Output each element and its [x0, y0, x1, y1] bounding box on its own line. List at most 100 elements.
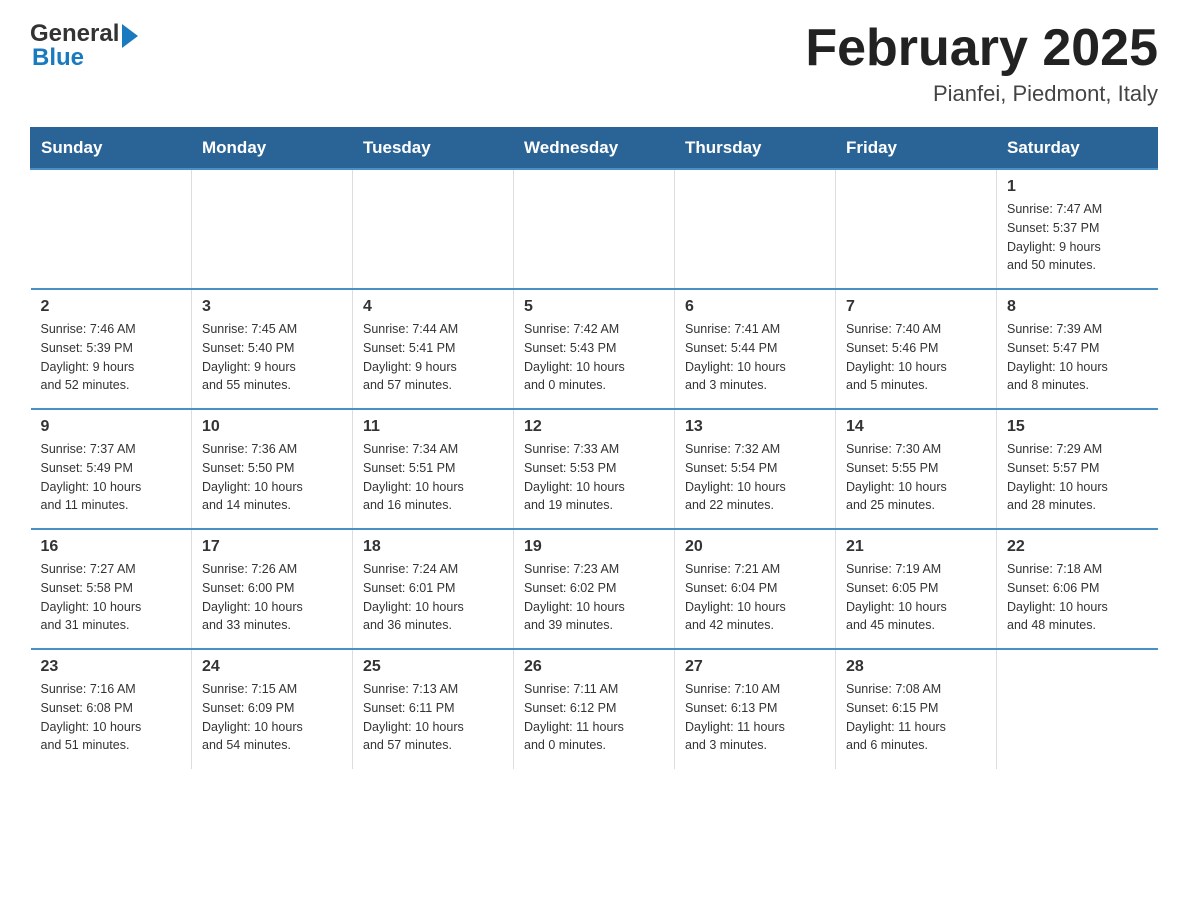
day-info: Sunrise: 7:44 AM Sunset: 5:41 PM Dayligh… — [363, 320, 503, 395]
calendar-cell: 7 Sunrise: 7:40 AM Sunset: 5:46 PM Daylig… — [836, 289, 997, 409]
calendar-cell: 6 Sunrise: 7:41 AM Sunset: 5:44 PM Daylig… — [675, 289, 836, 409]
calendar-cell: 1 Sunrise: 7:47 AM Sunset: 5:37 PM Daylig… — [997, 169, 1158, 289]
calendar-cell: 13 Sunrise: 7:32 AM Sunset: 5:54 PM Dayli… — [675, 409, 836, 529]
location-text: Pianfei, Piedmont, Italy — [805, 81, 1158, 107]
day-number: 2 — [41, 298, 182, 316]
day-header-monday: Monday — [192, 128, 353, 170]
day-info: Sunrise: 7:32 AM Sunset: 5:54 PM Dayligh… — [685, 440, 825, 515]
calendar-week-4: 16 Sunrise: 7:27 AM Sunset: 5:58 PM Dayli… — [31, 529, 1158, 649]
calendar-cell — [514, 169, 675, 289]
calendar-cell: 5Sunrise: 7:42 AM Sunset: 5:43 PM Daylig… — [514, 289, 675, 409]
day-number: 9 — [41, 418, 182, 436]
calendar-cell — [353, 169, 514, 289]
day-number: 7 — [846, 298, 986, 316]
day-number: 25 — [363, 658, 503, 676]
calendar-cell — [192, 169, 353, 289]
calendar-cell: 21 Sunrise: 7:19 AM Sunset: 6:05 PM Dayli… — [836, 529, 997, 649]
calendar-cell: 2Sunrise: 7:46 AM Sunset: 5:39 PM Daylig… — [31, 289, 192, 409]
day-info: Sunrise: 7:13 AM Sunset: 6:11 PM Dayligh… — [363, 680, 503, 755]
day-info: Sunrise: 7:08 AM Sunset: 6:15 PM Dayligh… — [846, 680, 986, 755]
calendar-table: SundayMondayTuesdayWednesdayThursdayFrid… — [30, 127, 1158, 769]
day-info: Sunrise: 7:37 AM Sunset: 5:49 PM Dayligh… — [41, 440, 182, 515]
month-title: February 2025 — [805, 20, 1158, 77]
day-info: Sunrise: 7:19 AM Sunset: 6:05 PM Dayligh… — [846, 560, 986, 635]
day-info: Sunrise: 7:42 AM Sunset: 5:43 PM Dayligh… — [524, 320, 664, 395]
day-header-saturday: Saturday — [997, 128, 1158, 170]
calendar-cell: 16 Sunrise: 7:27 AM Sunset: 5:58 PM Dayli… — [31, 529, 192, 649]
day-number: 22 — [1007, 538, 1148, 556]
day-info: Sunrise: 7:26 AM Sunset: 6:00 PM Dayligh… — [202, 560, 342, 635]
calendar-cell: 3 Sunrise: 7:45 AM Sunset: 5:40 PM Daylig… — [192, 289, 353, 409]
day-header-sunday: Sunday — [31, 128, 192, 170]
calendar-cell: 8 Sunrise: 7:39 AM Sunset: 5:47 PM Daylig… — [997, 289, 1158, 409]
calendar-cell: 12 Sunrise: 7:33 AM Sunset: 5:53 PM Dayli… — [514, 409, 675, 529]
calendar-cell: 25 Sunrise: 7:13 AM Sunset: 6:11 PM Dayli… — [353, 649, 514, 769]
day-number: 14 — [846, 418, 986, 436]
day-number: 13 — [685, 418, 825, 436]
day-info: Sunrise: 7:23 AM Sunset: 6:02 PM Dayligh… — [524, 560, 664, 635]
calendar-cell: 23 Sunrise: 7:16 AM Sunset: 6:08 PM Dayli… — [31, 649, 192, 769]
day-info: Sunrise: 7:41 AM Sunset: 5:44 PM Dayligh… — [685, 320, 825, 395]
calendar-cell: 14 Sunrise: 7:30 AM Sunset: 5:55 PM Dayli… — [836, 409, 997, 529]
day-number: 23 — [41, 658, 182, 676]
calendar-cell: 17 Sunrise: 7:26 AM Sunset: 6:00 PM Dayli… — [192, 529, 353, 649]
calendar-cell: 15 Sunrise: 7:29 AM Sunset: 5:57 PM Dayli… — [997, 409, 1158, 529]
day-number: 3 — [202, 298, 342, 316]
calendar-cell: 9 Sunrise: 7:37 AM Sunset: 5:49 PM Daylig… — [31, 409, 192, 529]
day-number: 19 — [524, 538, 664, 556]
day-header-tuesday: Tuesday — [353, 128, 514, 170]
day-info: Sunrise: 7:21 AM Sunset: 6:04 PM Dayligh… — [685, 560, 825, 635]
calendar-cell — [675, 169, 836, 289]
day-number: 20 — [685, 538, 825, 556]
logo-blue-text: Blue — [30, 44, 138, 72]
calendar-week-2: 2Sunrise: 7:46 AM Sunset: 5:39 PM Daylig… — [31, 289, 1158, 409]
day-info: Sunrise: 7:34 AM Sunset: 5:51 PM Dayligh… — [363, 440, 503, 515]
calendar-cell: 11Sunrise: 7:34 AM Sunset: 5:51 PM Dayli… — [353, 409, 514, 529]
day-number: 12 — [524, 418, 664, 436]
calendar-header: SundayMondayTuesdayWednesdayThursdayFrid… — [31, 128, 1158, 170]
page-header: General Blue February 2025 Pianfei, Pied… — [30, 20, 1158, 107]
calendar-cell: 26 Sunrise: 7:11 AM Sunset: 6:12 PM Dayli… — [514, 649, 675, 769]
day-number: 1 — [1007, 178, 1148, 196]
day-number: 8 — [1007, 298, 1148, 316]
day-header-friday: Friday — [836, 128, 997, 170]
calendar-week-3: 9 Sunrise: 7:37 AM Sunset: 5:49 PM Daylig… — [31, 409, 1158, 529]
day-number: 16 — [41, 538, 182, 556]
day-number: 4 — [363, 298, 503, 316]
calendar-body: 1 Sunrise: 7:47 AM Sunset: 5:37 PM Daylig… — [31, 169, 1158, 769]
day-header-wednesday: Wednesday — [514, 128, 675, 170]
day-number: 17 — [202, 538, 342, 556]
day-number: 21 — [846, 538, 986, 556]
day-info: Sunrise: 7:40 AM Sunset: 5:46 PM Dayligh… — [846, 320, 986, 395]
day-info: Sunrise: 7:16 AM Sunset: 6:08 PM Dayligh… — [41, 680, 182, 755]
day-number: 10 — [202, 418, 342, 436]
day-info: Sunrise: 7:47 AM Sunset: 5:37 PM Dayligh… — [1007, 200, 1148, 275]
calendar-cell — [31, 169, 192, 289]
day-info: Sunrise: 7:45 AM Sunset: 5:40 PM Dayligh… — [202, 320, 342, 395]
day-info: Sunrise: 7:18 AM Sunset: 6:06 PM Dayligh… — [1007, 560, 1148, 635]
calendar-cell: 28Sunrise: 7:08 AM Sunset: 6:15 PM Dayli… — [836, 649, 997, 769]
day-info: Sunrise: 7:29 AM Sunset: 5:57 PM Dayligh… — [1007, 440, 1148, 515]
day-header-thursday: Thursday — [675, 128, 836, 170]
day-number: 24 — [202, 658, 342, 676]
calendar-cell: 24 Sunrise: 7:15 AM Sunset: 6:09 PM Dayli… — [192, 649, 353, 769]
calendar-week-5: 23 Sunrise: 7:16 AM Sunset: 6:08 PM Dayli… — [31, 649, 1158, 769]
day-info: Sunrise: 7:39 AM Sunset: 5:47 PM Dayligh… — [1007, 320, 1148, 395]
day-number: 6 — [685, 298, 825, 316]
day-info: Sunrise: 7:30 AM Sunset: 5:55 PM Dayligh… — [846, 440, 986, 515]
day-number: 18 — [363, 538, 503, 556]
day-number: 15 — [1007, 418, 1148, 436]
day-info: Sunrise: 7:27 AM Sunset: 5:58 PM Dayligh… — [41, 560, 182, 635]
day-info: Sunrise: 7:11 AM Sunset: 6:12 PM Dayligh… — [524, 680, 664, 755]
calendar-cell: 19 Sunrise: 7:23 AM Sunset: 6:02 PM Dayli… — [514, 529, 675, 649]
day-info: Sunrise: 7:36 AM Sunset: 5:50 PM Dayligh… — [202, 440, 342, 515]
calendar-cell: 18Sunrise: 7:24 AM Sunset: 6:01 PM Dayli… — [353, 529, 514, 649]
day-info: Sunrise: 7:10 AM Sunset: 6:13 PM Dayligh… — [685, 680, 825, 755]
calendar-cell: 22 Sunrise: 7:18 AM Sunset: 6:06 PM Dayli… — [997, 529, 1158, 649]
day-number: 27 — [685, 658, 825, 676]
title-section: February 2025 Pianfei, Piedmont, Italy — [805, 20, 1158, 107]
day-info: Sunrise: 7:15 AM Sunset: 6:09 PM Dayligh… — [202, 680, 342, 755]
calendar-week-1: 1 Sunrise: 7:47 AM Sunset: 5:37 PM Daylig… — [31, 169, 1158, 289]
day-number: 26 — [524, 658, 664, 676]
day-info: Sunrise: 7:33 AM Sunset: 5:53 PM Dayligh… — [524, 440, 664, 515]
